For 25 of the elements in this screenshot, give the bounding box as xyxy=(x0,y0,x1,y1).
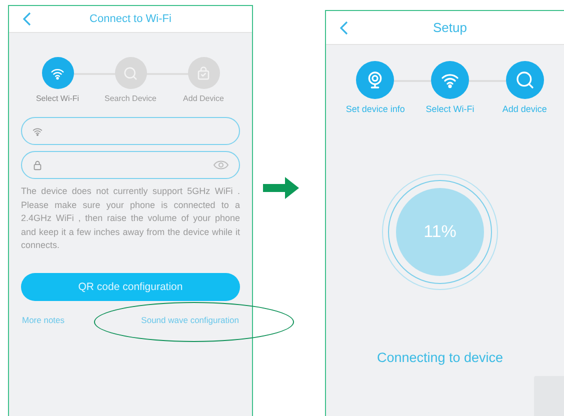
step-label: Select Wi-Fi xyxy=(36,94,80,103)
wifi-field[interactable] xyxy=(21,117,240,145)
screen-title: Connect to Wi-Fi xyxy=(90,13,172,25)
bag-icon xyxy=(196,66,211,80)
status-text: Connecting to device xyxy=(376,350,504,365)
step-label: Set device info xyxy=(346,104,405,114)
lock-icon xyxy=(32,160,43,170)
back-icon[interactable] xyxy=(340,20,348,34)
wifi-icon xyxy=(32,126,43,136)
step-label: Add Device xyxy=(183,94,224,103)
right-arrow-icon xyxy=(263,177,299,199)
back-icon[interactable] xyxy=(23,12,31,26)
step-label: Select Wi-Fi xyxy=(426,104,474,114)
screen-title: Setup xyxy=(433,20,467,35)
config-link[interactable]: More notes xyxy=(22,314,65,324)
config-link[interactable]: Sound wave configuration xyxy=(141,314,239,324)
password-field[interactable] xyxy=(21,151,240,179)
notice-text: The device does not currently support 5GHz WiFi . Please make sure your phone is connected to a 2.4GHz WiFi , then raise the volume of your phone and keep it a few inches away from the device while it connects. xyxy=(21,185,240,252)
search-icon xyxy=(514,70,535,90)
search-icon xyxy=(123,66,138,80)
eye-icon[interactable] xyxy=(213,160,229,170)
progress-percent: 11% xyxy=(424,222,456,242)
step-label: Search Device xyxy=(104,94,157,103)
qr-configuration-button[interactable]: QR code configuration xyxy=(21,272,240,300)
step-label: Add device xyxy=(502,104,547,114)
